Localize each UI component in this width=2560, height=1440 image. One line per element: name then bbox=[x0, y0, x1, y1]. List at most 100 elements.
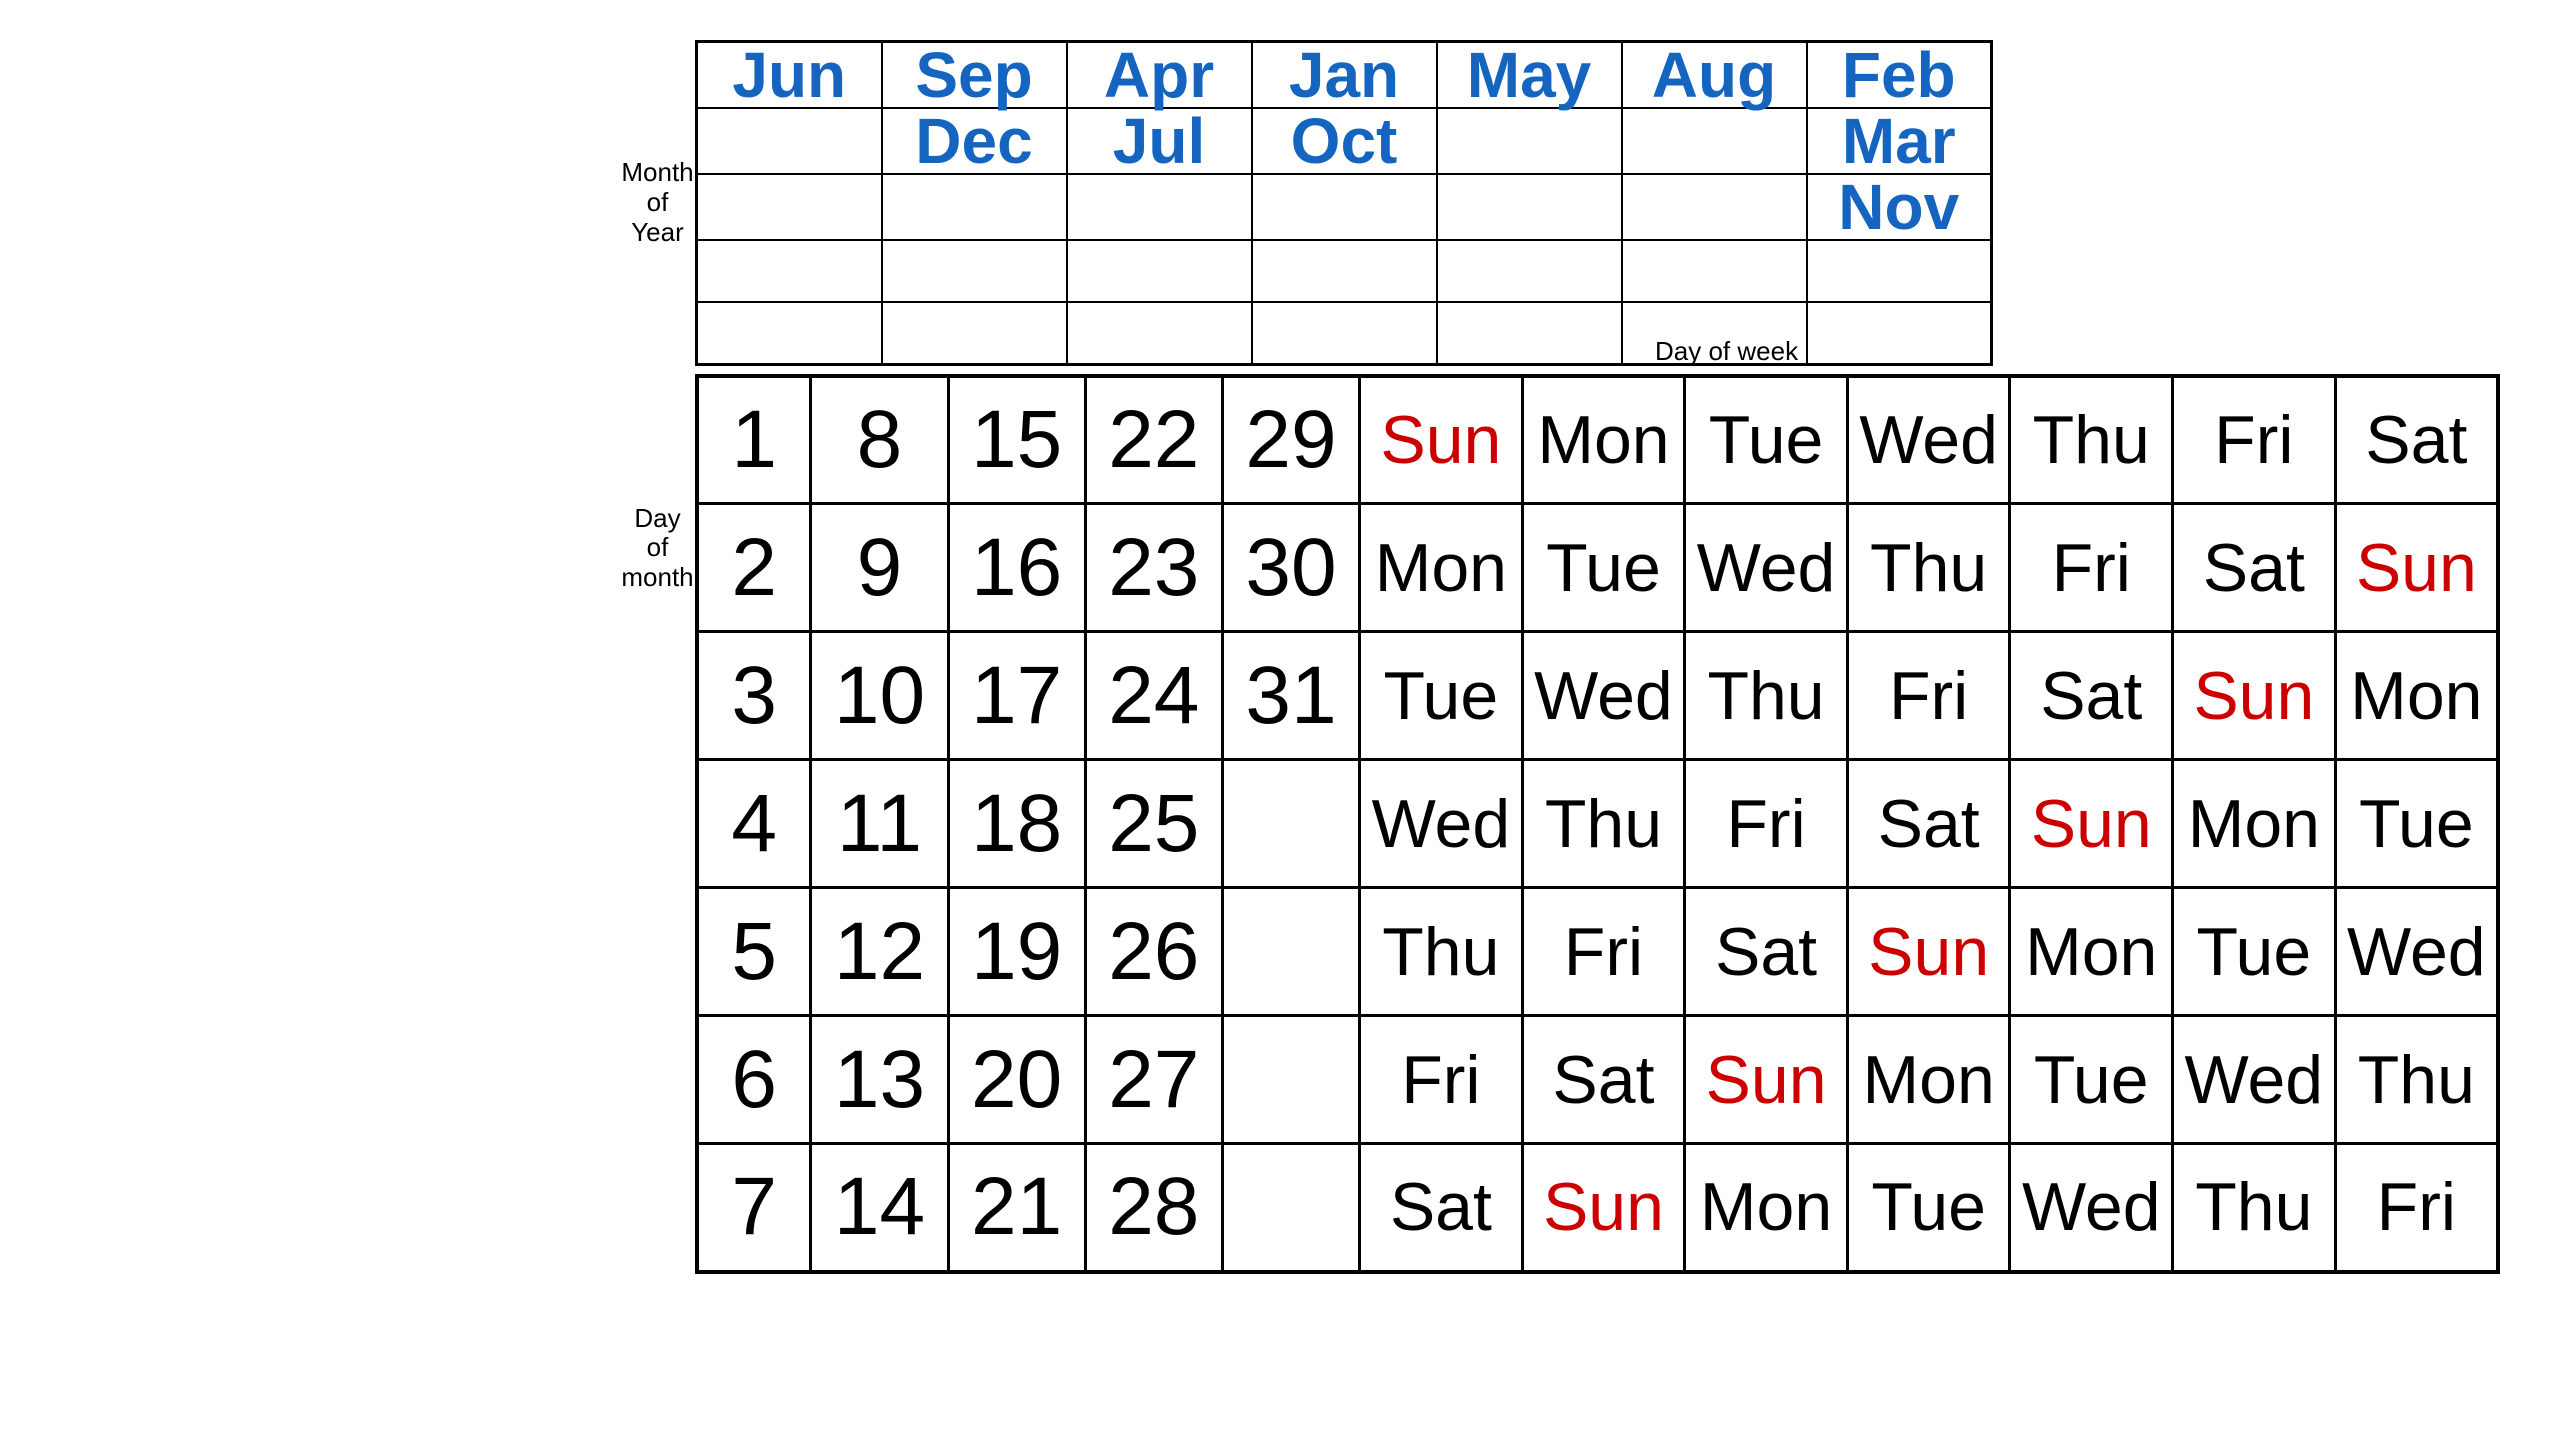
day-num-r3-c2: 18 bbox=[948, 760, 1085, 888]
day-num-r0-c1: 8 bbox=[811, 376, 948, 504]
header-cell-r3-c0 bbox=[697, 240, 882, 302]
day-dow-r1-c3: Thu bbox=[1847, 504, 2010, 632]
day-dow-r0-c6: Sat bbox=[2335, 376, 2498, 504]
day-num-r4-c2: 19 bbox=[948, 888, 1085, 1016]
day-num-r1-c4: 30 bbox=[1222, 504, 1359, 632]
day-dow-r1-c1: Tue bbox=[1522, 504, 1685, 632]
day-dow-r3-c3: Sat bbox=[1847, 760, 2010, 888]
day-num-r2-c4: 31 bbox=[1222, 632, 1359, 760]
header-cell-r3-c3 bbox=[1252, 240, 1437, 302]
day-num-r6-c1: 14 bbox=[811, 1144, 948, 1272]
header-cell-r4-c3 bbox=[1252, 302, 1437, 364]
day-dow-r5-c3: Mon bbox=[1847, 1016, 2010, 1144]
day-dow-r4-c4: Mon bbox=[2010, 888, 2173, 1016]
day-dow-r0-c2: Tue bbox=[1685, 376, 1848, 504]
day-dow-r2-c2: Thu bbox=[1685, 632, 1848, 760]
day-num-r4-c3: 26 bbox=[1085, 888, 1222, 1016]
day-dow-r5-c6: Thu bbox=[2335, 1016, 2498, 1144]
day-dow-r1-c5: Sat bbox=[2173, 504, 2336, 632]
day-num-r5-c2: 20 bbox=[948, 1016, 1085, 1144]
header-cell-r0-c0: Jun bbox=[697, 42, 882, 109]
full-layout: MonthofYear JunSepAprJanMayAugFebDecJulO… bbox=[60, 40, 2500, 1400]
day-dow-r3-c6: Tue bbox=[2335, 760, 2498, 888]
day-dow-r6-c3: Tue bbox=[1847, 1144, 2010, 1272]
day-dow-r3-c1: Thu bbox=[1522, 760, 1685, 888]
header-cell-r3-c1 bbox=[882, 240, 1067, 302]
header-cell-r1-c4 bbox=[1437, 108, 1622, 174]
header-cell-r2-c3 bbox=[1252, 174, 1437, 240]
day-num-r4-c0: 5 bbox=[697, 888, 811, 1016]
day-num-r3-c1: 11 bbox=[811, 760, 948, 888]
day-dow-r6-c6: Fri bbox=[2335, 1144, 2498, 1272]
day-of-week-label: Day of week bbox=[1655, 336, 1798, 367]
day-num-r6-c0: 7 bbox=[697, 1144, 811, 1272]
day-dow-r1-c0: Mon bbox=[1360, 504, 1523, 632]
day-dow-r6-c2: Mon bbox=[1685, 1144, 1848, 1272]
day-dow-r3-c5: Mon bbox=[2173, 760, 2336, 888]
calendar-table: 18152229SunMonTueWedThuFriSat29162330Mon… bbox=[695, 374, 2500, 1274]
day-dow-r0-c3: Wed bbox=[1847, 376, 2010, 504]
header-cell-r4-c4 bbox=[1437, 302, 1622, 364]
day-num-r0-c2: 15 bbox=[948, 376, 1085, 504]
day-dow-r2-c4: Sat bbox=[2010, 632, 2173, 760]
header-cell-r1-c6: Mar bbox=[1807, 108, 1992, 174]
day-num-r1-c0: 2 bbox=[697, 504, 811, 632]
day-num-r3-c0: 4 bbox=[697, 760, 811, 888]
day-dow-r5-c4: Tue bbox=[2010, 1016, 2173, 1144]
day-dow-r6-c0: Sat bbox=[1360, 1144, 1523, 1272]
header-cell-r3-c4 bbox=[1437, 240, 1622, 302]
header-cell-r1-c2: Jul bbox=[1067, 108, 1252, 174]
month-of-year-label: MonthofYear bbox=[620, 158, 695, 248]
day-num-r1-c3: 23 bbox=[1085, 504, 1222, 632]
day-dow-r5-c1: Sat bbox=[1522, 1016, 1685, 1144]
day-num-r4-c1: 12 bbox=[811, 888, 948, 1016]
header-cell-r4-c2 bbox=[1067, 302, 1252, 364]
day-num-r6-c4 bbox=[1222, 1144, 1359, 1272]
day-num-r0-c4: 29 bbox=[1222, 376, 1359, 504]
left-panel bbox=[60, 40, 620, 80]
day-num-r5-c0: 6 bbox=[697, 1016, 811, 1144]
day-dow-r5-c0: Fri bbox=[1360, 1016, 1523, 1144]
day-num-r2-c0: 3 bbox=[697, 632, 811, 760]
header-cell-r2-c6: Nov bbox=[1807, 174, 1992, 240]
header-cell-r1-c3: Oct bbox=[1252, 108, 1437, 174]
day-num-r1-c1: 9 bbox=[811, 504, 948, 632]
day-num-r3-c3: 25 bbox=[1085, 760, 1222, 888]
day-dow-r2-c1: Wed bbox=[1522, 632, 1685, 760]
day-num-r6-c2: 21 bbox=[948, 1144, 1085, 1272]
day-dow-r4-c1: Fri bbox=[1522, 888, 1685, 1016]
header-cell-r2-c1 bbox=[882, 174, 1067, 240]
header-cell-r2-c4 bbox=[1437, 174, 1622, 240]
day-dow-r6-c5: Thu bbox=[2173, 1144, 2336, 1272]
day-num-r2-c2: 17 bbox=[948, 632, 1085, 760]
day-dow-r0-c0: Sun bbox=[1360, 376, 1523, 504]
header-cell-r0-c1: Sep bbox=[882, 42, 1067, 109]
day-num-r6-c3: 28 bbox=[1085, 1144, 1222, 1272]
day-dow-r4-c3: Sun bbox=[1847, 888, 2010, 1016]
day-dow-r0-c1: Mon bbox=[1522, 376, 1685, 504]
day-num-r2-c1: 10 bbox=[811, 632, 948, 760]
month-header-table: JunSepAprJanMayAugFebDecJulOctMarNov bbox=[695, 40, 1993, 366]
day-num-r0-c3: 22 bbox=[1085, 376, 1222, 504]
day-dow-r4-c5: Tue bbox=[2173, 888, 2336, 1016]
header-cell-r0-c3: Jan bbox=[1252, 42, 1437, 109]
page: MonthofYear JunSepAprJanMayAugFebDecJulO… bbox=[0, 0, 2560, 1440]
day-dow-r6-c4: Wed bbox=[2010, 1144, 2173, 1272]
header-cell-r0-c6: Feb bbox=[1807, 42, 1992, 109]
header-cell-r3-c2 bbox=[1067, 240, 1252, 302]
top-right: MonthofYear JunSepAprJanMayAugFebDecJulO… bbox=[620, 40, 2500, 1274]
day-dow-r0-c4: Thu bbox=[2010, 376, 2173, 504]
header-cell-r4-c1 bbox=[882, 302, 1067, 364]
day-dow-r3-c4: Sun bbox=[2010, 760, 2173, 888]
header-cell-r2-c5 bbox=[1622, 174, 1807, 240]
header-cell-r2-c2 bbox=[1067, 174, 1252, 240]
day-num-r1-c2: 16 bbox=[948, 504, 1085, 632]
day-dow-r5-c5: Wed bbox=[2173, 1016, 2336, 1144]
day-dow-r2-c3: Fri bbox=[1847, 632, 2010, 760]
header-cell-r1-c0 bbox=[697, 108, 882, 174]
day-num-r5-c3: 27 bbox=[1085, 1016, 1222, 1144]
day-dow-r4-c0: Thu bbox=[1360, 888, 1523, 1016]
header-cell-r0-c4: May bbox=[1437, 42, 1622, 109]
day-num-r5-c1: 13 bbox=[811, 1016, 948, 1144]
day-num-r5-c4 bbox=[1222, 1016, 1359, 1144]
